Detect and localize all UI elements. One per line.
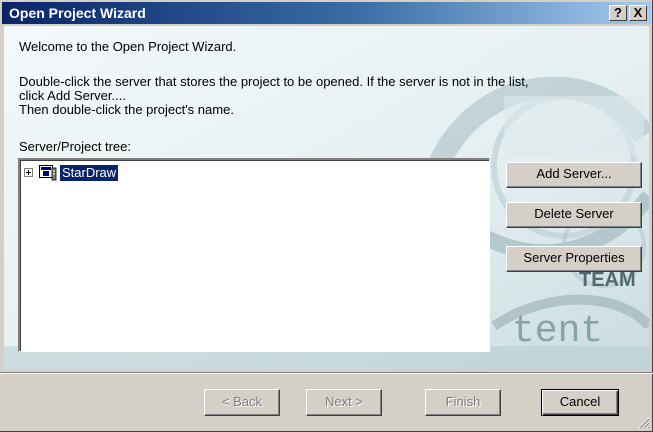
- window-title: Open Project Wizard: [9, 5, 146, 21]
- background-tent-text: tent: [512, 310, 603, 353]
- server-icon: [39, 165, 57, 181]
- back-button[interactable]: < Back: [204, 389, 280, 416]
- close-button[interactable]: X: [629, 5, 647, 21]
- wizard-content: TEAM tent Welcome to the Open Project Wi…: [4, 26, 649, 370]
- next-button[interactable]: Next >: [306, 389, 382, 416]
- title-bar[interactable]: Open Project Wizard ? X: [2, 2, 651, 24]
- instructions-text: Double-click the server that stores the …: [19, 74, 529, 117]
- background-team-text: TEAM: [579, 269, 636, 291]
- tree-label: Server/Project tree:: [19, 139, 131, 154]
- tree-node-label[interactable]: StarDraw: [60, 165, 119, 181]
- finish-button[interactable]: Finish: [425, 389, 501, 416]
- open-project-wizard-dialog: Open Project Wizard ? X TEAM tent Welcom…: [0, 0, 653, 432]
- help-button[interactable]: ?: [609, 5, 627, 21]
- cancel-button[interactable]: Cancel: [541, 389, 619, 416]
- server-project-tree[interactable]: StarDraw: [18, 158, 490, 352]
- welcome-text: Welcome to the Open Project Wizard.: [19, 39, 237, 54]
- resize-grip-icon[interactable]: [638, 417, 650, 429]
- add-server-button[interactable]: Add Server...: [506, 162, 642, 188]
- expand-plus-icon[interactable]: [24, 168, 33, 177]
- delete-server-button[interactable]: Delete Server: [506, 202, 642, 228]
- server-properties-button[interactable]: Server Properties: [506, 246, 642, 272]
- footer-separator: [0, 372, 653, 374]
